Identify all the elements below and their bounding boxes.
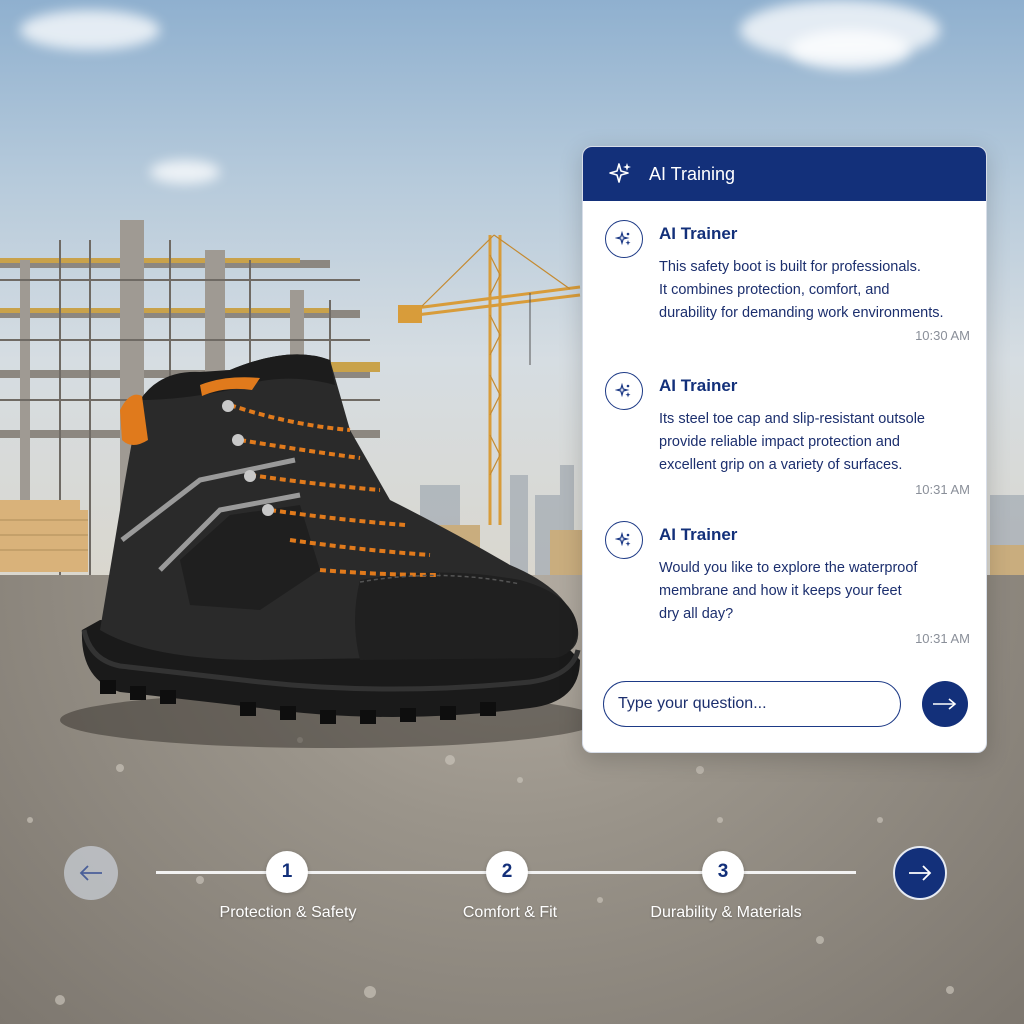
message-line: membrane and how it keeps your feet	[659, 583, 902, 599]
message-timestamp: 10:31 AM	[915, 631, 970, 646]
message-timestamp: 10:30 AM	[915, 328, 970, 343]
step-2[interactable]: 2	[486, 851, 528, 893]
chat-message: AI Trainer Would you like to explore the…	[605, 521, 970, 651]
message-line: provide reliable impact protection and	[659, 434, 900, 450]
message-sender: AI Trainer	[659, 376, 738, 395]
ai-sparkle-icon	[615, 382, 631, 398]
arrow-left-icon	[79, 865, 102, 881]
safety-boot	[60, 354, 600, 748]
step-2-label: Comfort & Fit	[462, 904, 558, 921]
message-line: It combines protection, comfort, and	[659, 282, 890, 298]
chat-message: AI Trainer This safety boot is built for…	[605, 220, 970, 350]
message-sender: AI Trainer	[659, 224, 738, 243]
ai-sparkle-icon	[615, 531, 631, 547]
step-1-label: Protection & Safety	[219, 904, 357, 921]
message-text: This safety boot is built for profession…	[659, 256, 969, 325]
ai-trainer-avatar	[605, 521, 643, 559]
next-button[interactable]	[893, 846, 947, 900]
message-line: durability for demanding work environmen…	[659, 305, 944, 321]
arrow-right-icon	[909, 865, 932, 881]
ai-sparkle-icon	[615, 230, 631, 246]
sparkle-icon	[609, 163, 631, 183]
step-3[interactable]: 3	[702, 851, 744, 893]
message-line: dry all day?	[659, 606, 734, 622]
step-3-label: Durability & Materials	[650, 904, 802, 921]
message-text: Would you like to explore the waterproof…	[659, 557, 969, 626]
ai-training-panel: AI Training AI Trainer This safety boot …	[582, 146, 987, 753]
ai-trainer-avatar	[605, 220, 643, 258]
message-line: This safety boot is built for profession…	[659, 259, 921, 275]
message-text: Its steel toe cap and slip-resistant out…	[659, 408, 969, 477]
send-button[interactable]	[922, 681, 968, 727]
chat-title: AI Training	[649, 163, 736, 184]
message-timestamp: 10:31 AM	[915, 482, 970, 497]
previous-button[interactable]	[64, 846, 118, 900]
arrow-right-icon	[933, 698, 957, 710]
question-input[interactable]	[603, 681, 901, 727]
chat-input-row	[603, 681, 968, 727]
message-line: excellent grip on a variety of surfaces.	[659, 457, 903, 473]
step-1[interactable]: 1	[266, 851, 308, 893]
message-line: Would you like to explore the waterproof	[659, 560, 918, 576]
message-line: Its steel toe cap and slip-resistant out…	[659, 411, 925, 427]
ai-trainer-avatar	[605, 372, 643, 410]
chat-message: AI Trainer Its steel toe cap and slip-re…	[605, 372, 970, 502]
chat-header: AI Training	[583, 147, 986, 201]
message-sender: AI Trainer	[659, 525, 738, 544]
